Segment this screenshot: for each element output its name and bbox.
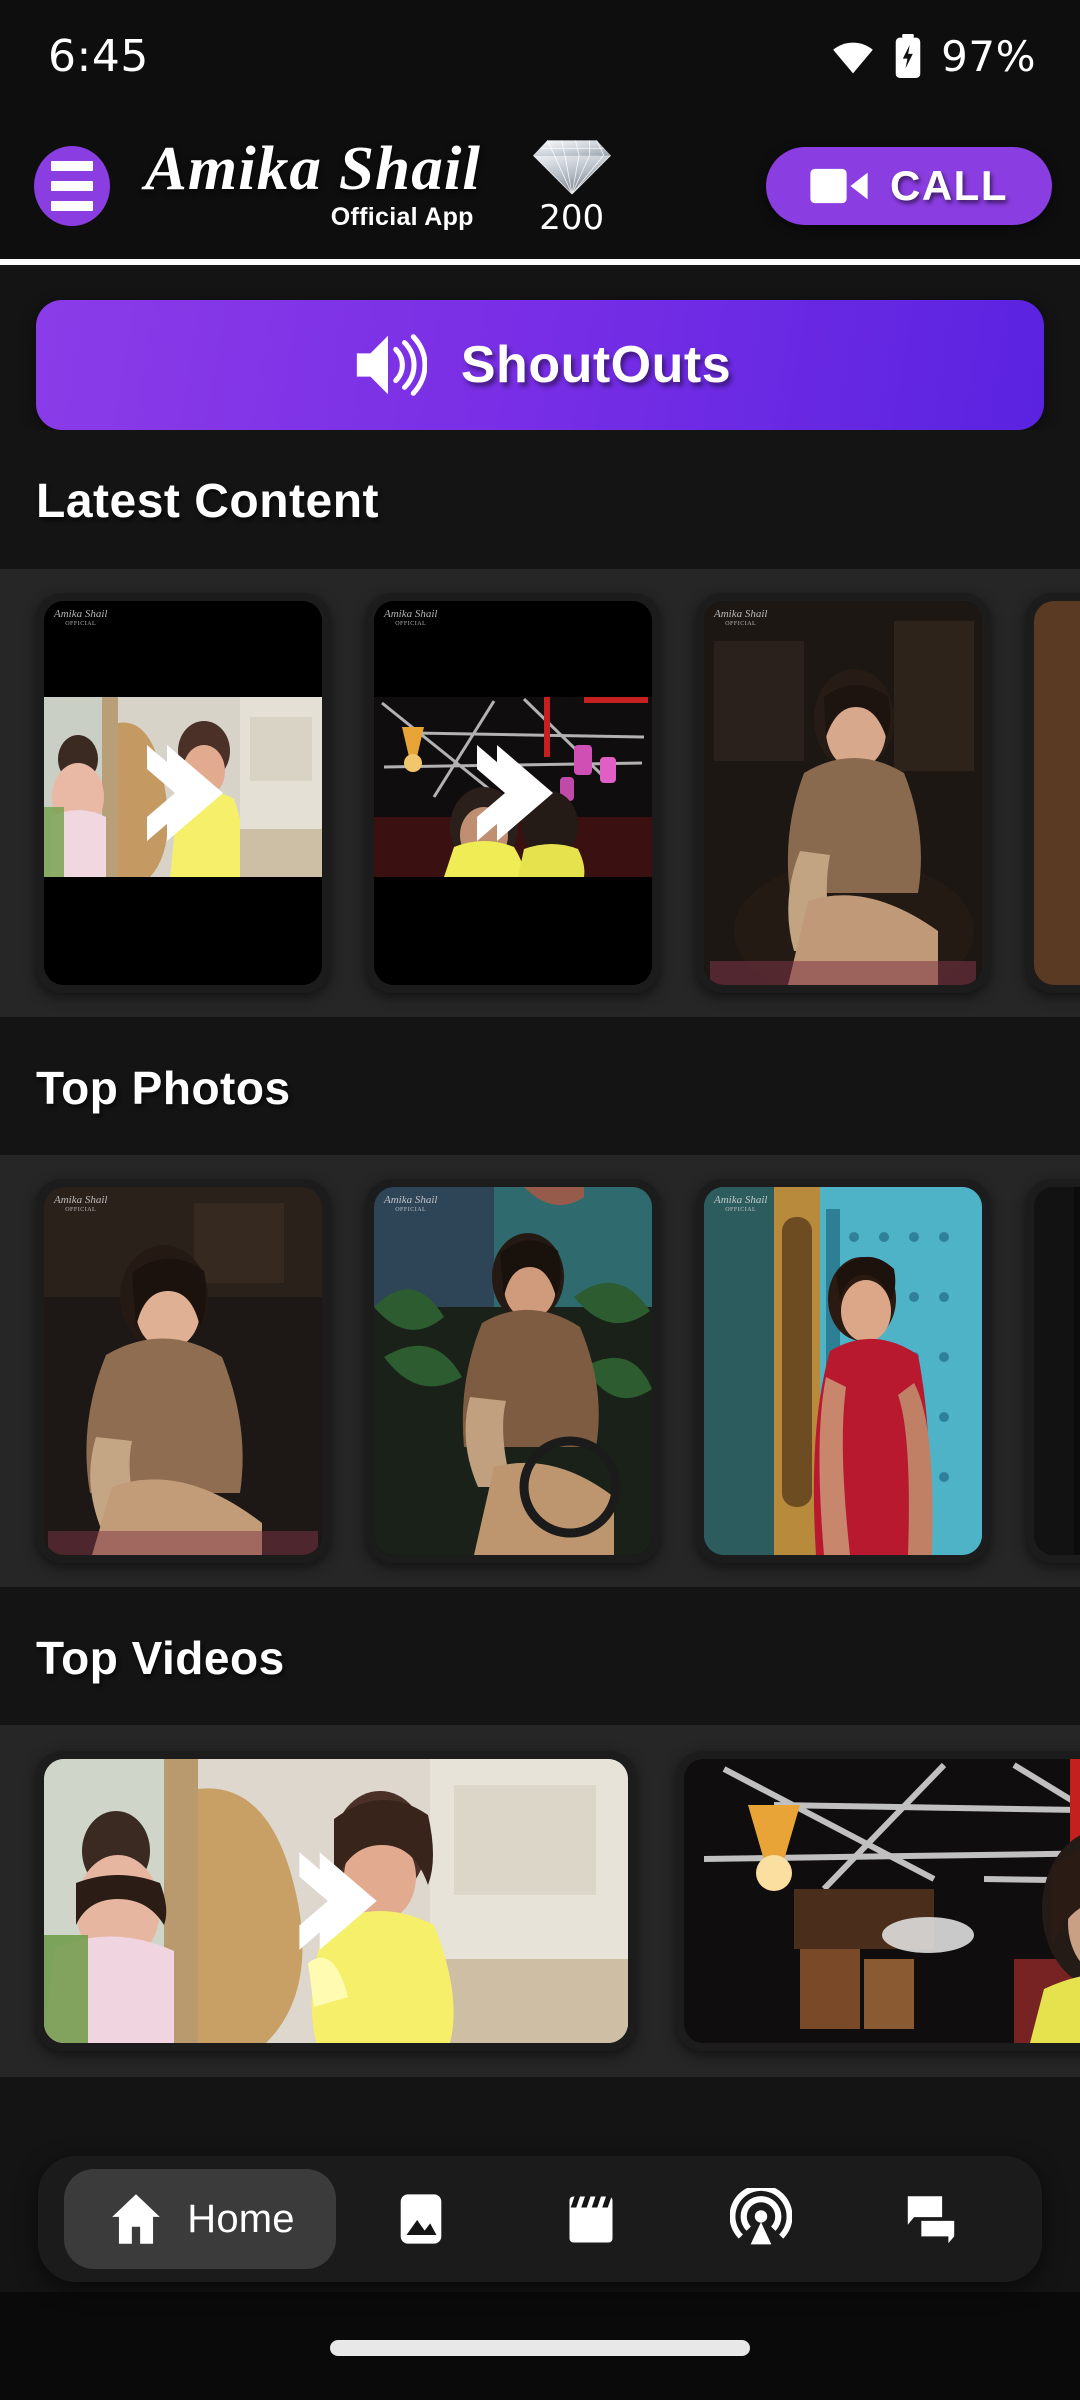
status-indicators: 97% [831, 32, 1036, 81]
home-icon [112, 2194, 161, 2244]
nav-label-home: Home [187, 2196, 295, 2241]
nav-item-live[interactable] [676, 2156, 846, 2282]
photo-thumbnail [1034, 601, 1080, 985]
nav-item-photos[interactable] [336, 2156, 506, 2282]
bottom-navigation: Home [38, 2156, 1042, 2282]
page-title: Latest Content [36, 475, 379, 528]
hamburger-menu-icon[interactable] [34, 146, 110, 226]
content-card-photo[interactable]: Amika Shail OFFICIAL [366, 1179, 660, 1563]
content-card-photo[interactable] [1026, 593, 1080, 993]
photo-thumbnail [44, 1187, 322, 1555]
nav-item-videos[interactable] [506, 2156, 676, 2282]
shoutouts-button[interactable]: ShoutOuts [36, 300, 1044, 430]
broadcast-live-icon [730, 2188, 792, 2245]
brand-logo: Amika Shail Official App [144, 135, 482, 232]
content-card-photo[interactable]: Amika Shail OFFICIAL [696, 1179, 990, 1563]
scroll-content[interactable]: ShoutOuts Latest Content Amika Shail OFF… [0, 260, 1080, 2400]
clapperboard-icon [569, 2196, 613, 2243]
forum-chat-icon [907, 2196, 955, 2244]
photo-thumbnail [704, 601, 982, 985]
page-title: Top Videos [36, 1632, 285, 1684]
content-card-photo[interactable]: Amika Shail OFFICIAL [696, 593, 990, 993]
photo-thumbnail [704, 1187, 982, 1555]
section-header-top-videos: Top Videos [0, 1587, 1080, 1725]
brand-name: Amika Shail [144, 135, 482, 204]
carousel-top-photos[interactable]: Amika Shail OFFICIAL Amika Shail OFFICIA… [0, 1155, 1080, 1587]
gem-balance[interactable]: 200 [528, 134, 616, 238]
content-card-video[interactable]: Amika Shail OFFICIAL [36, 593, 330, 993]
page-title: Top Photos [36, 1062, 291, 1114]
video-camera-icon [810, 168, 868, 204]
gallery-icon [400, 2194, 442, 2244]
section-header-latest-content: Latest Content [0, 430, 1080, 569]
gem-count: 200 [539, 198, 605, 238]
shoutouts-section: ShoutOuts [0, 260, 1080, 430]
battery-charging-icon [895, 33, 921, 79]
gesture-handle[interactable] [330, 2340, 750, 2356]
wifi-icon [833, 42, 873, 74]
nav-item-chat[interactable] [846, 2156, 1016, 2282]
brand-subtitle: Official App [330, 202, 474, 231]
content-card-photo[interactable]: Amika Shail OFFICIAL [36, 1179, 330, 1563]
section-header-top-photos: Top Photos [0, 1017, 1080, 1155]
carousel-latest-content[interactable]: Amika Shail OFFICIAL Amika Shail OFFICIA… [0, 569, 1080, 1017]
photo-thumbnail [374, 1187, 652, 1555]
status-bar: 6:45 97% [0, 0, 1080, 112]
content-card-video[interactable] [36, 1751, 636, 2051]
content-card-photo[interactable] [1026, 1179, 1080, 1563]
content-card-video[interactable] [676, 1751, 1080, 2051]
nav-item-home[interactable]: Home [64, 2169, 336, 2269]
app-screen: 6:45 97% Amika Shail Official App 200 CA… [0, 0, 1080, 2400]
photo-thumbnail [1034, 1187, 1080, 1555]
video-thumbnail [684, 1759, 1080, 2043]
video-thumbnail [44, 601, 322, 985]
battery-percent: 97% [941, 31, 1036, 81]
carousel-top-videos[interactable] [0, 1725, 1080, 2077]
shoutouts-label: ShoutOuts [460, 336, 732, 394]
call-label: CALL [890, 162, 1008, 209]
video-thumbnail [374, 601, 652, 985]
video-thumbnail [44, 1759, 628, 2043]
speaker-volume-icon [356, 334, 427, 396]
app-header: Amika Shail Official App 200 CALL [0, 112, 1080, 265]
call-button[interactable]: CALL [766, 147, 1052, 225]
diamond-icon [532, 140, 611, 195]
content-card-video[interactable]: Amika Shail OFFICIAL [366, 593, 660, 993]
status-time: 6:45 [48, 30, 149, 82]
